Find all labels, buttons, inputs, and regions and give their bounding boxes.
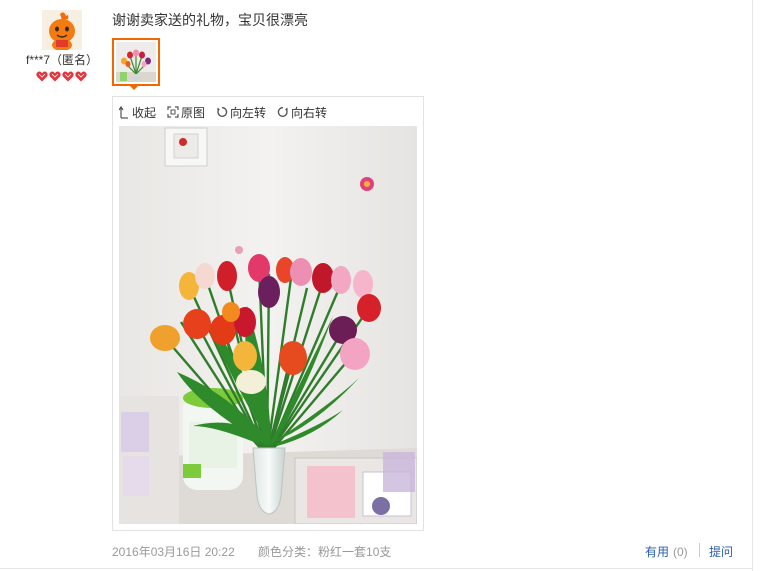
review-photo-thumbnail[interactable]	[112, 38, 160, 86]
collapse-arrow-icon	[119, 105, 128, 119]
thumbnail-pointer-arrow	[128, 84, 140, 90]
heart-icon	[75, 71, 87, 82]
orange-mascot-avatar-icon	[42, 10, 82, 50]
photo-viewer: 收起 原图 向左转 向右转	[112, 96, 424, 531]
original-image-label: 原图	[181, 105, 206, 120]
useful-button[interactable]: 有用	[645, 545, 669, 559]
ask-question-button[interactable]: 提问	[709, 543, 733, 560]
rotate-right-label: 向右转	[291, 105, 328, 120]
footer-separator	[699, 543, 700, 557]
username[interactable]: f***7（匿名）	[0, 51, 124, 68]
bottom-divider	[0, 568, 752, 569]
heart-icon	[49, 71, 61, 82]
tulip-thumbnail-image	[116, 42, 156, 82]
rotate-left-button[interactable]: 向左转	[216, 104, 266, 121]
sku-info: 颜色分类：粉红一套10支	[258, 543, 391, 560]
buyer-rating	[36, 71, 87, 82]
photo-viewer-toolbar: 收起 原图 向左转 向右转	[119, 103, 327, 121]
rotate-left-label: 向左转	[230, 105, 267, 120]
rotate-left-icon	[217, 107, 228, 117]
color-category-value: 粉红一套10支	[318, 545, 392, 559]
collapse-label: 收起	[132, 105, 157, 120]
heart-icon	[62, 71, 74, 82]
expand-icon	[167, 106, 179, 118]
collapse-button[interactable]: 收起	[119, 104, 156, 121]
rotate-right-icon	[277, 107, 288, 117]
heart-icon	[36, 71, 48, 82]
useful-count: (0)	[673, 545, 688, 559]
rotate-right-button[interactable]: 向右转	[277, 104, 327, 121]
review-text: 谢谢卖家送的礼物，宝贝很漂亮	[112, 12, 308, 28]
color-category-label: 颜色分类：	[258, 545, 319, 559]
right-divider	[752, 0, 753, 571]
original-image-button[interactable]: 原图	[167, 104, 205, 121]
review-date: 2016年03月16日 20:22	[112, 545, 235, 559]
useful-vote: 有用 (0)	[645, 543, 688, 560]
user-avatar[interactable]	[42, 10, 82, 50]
tulip-bouquet-photo	[119, 126, 417, 524]
